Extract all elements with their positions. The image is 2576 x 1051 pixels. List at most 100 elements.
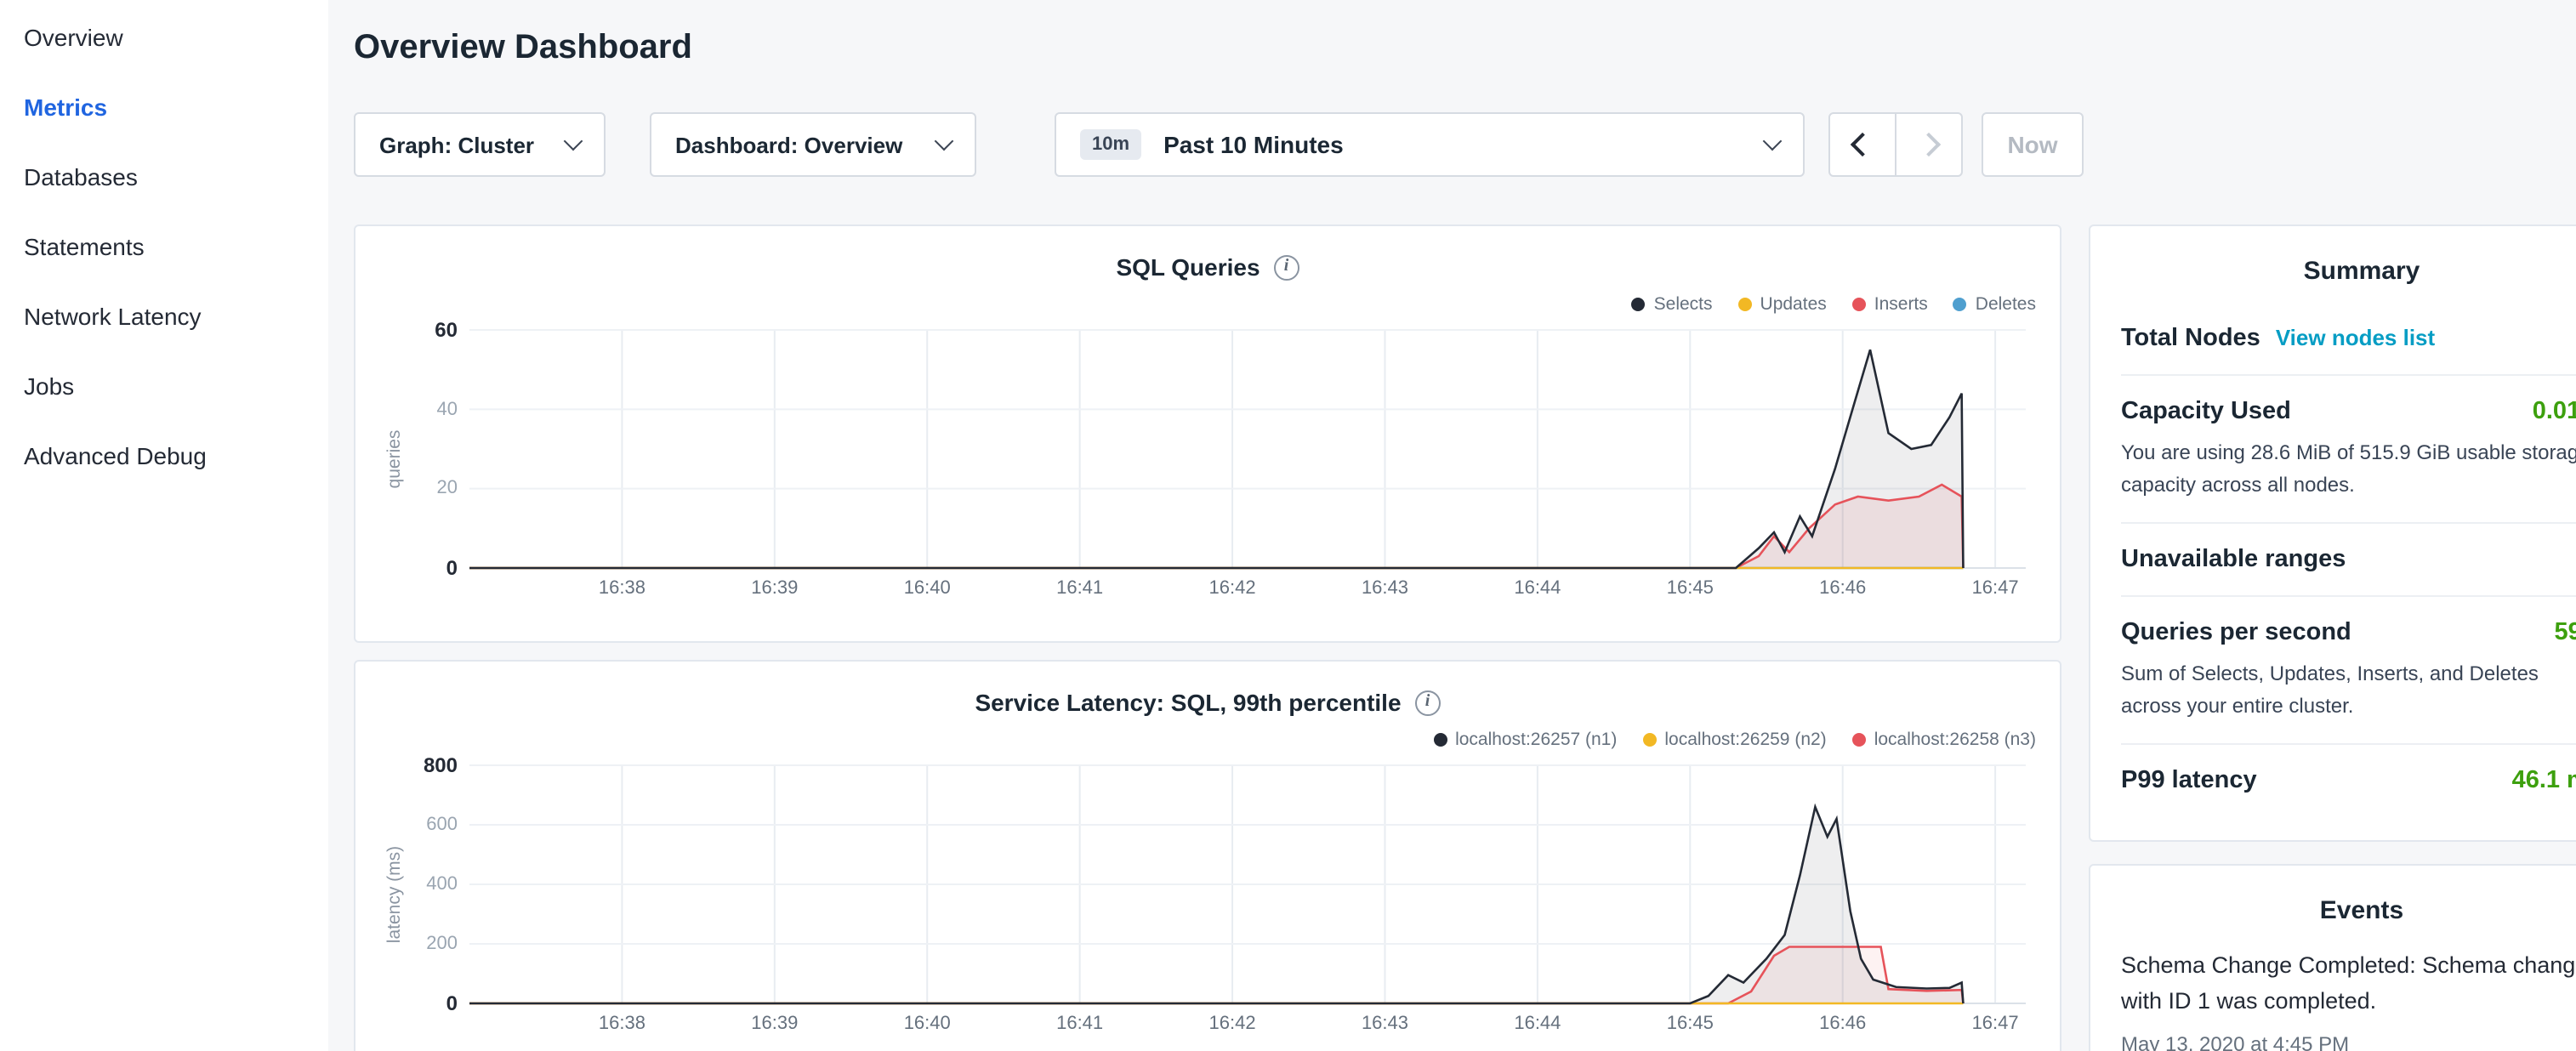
chevron-right-icon (1917, 133, 1941, 156)
legend-dot (1738, 298, 1752, 311)
view-nodes-link[interactable]: View nodes list (2276, 325, 2435, 350)
x-tick-label: 16:46 (1800, 1014, 1885, 1034)
toolbar: Graph: Cluster Dashboard: Overview 10m P… (354, 112, 2576, 177)
chart-legend: Selects Updates Inserts Deletes (379, 287, 2036, 321)
event-item[interactable]: Schema Change Completed: Schema change w… (2121, 943, 2576, 1051)
x-tick-label: 16:46 (1800, 578, 1885, 599)
x-tick-label: 16:45 (1647, 1014, 1732, 1034)
sidebar-item-overview[interactable]: Overview (0, 3, 328, 73)
sidebar-item-metrics[interactable]: Metrics (0, 73, 328, 143)
x-tick-label: 16:39 (732, 1014, 817, 1034)
summary-row-header: Total NodesView nodes list3 (2121, 325, 2576, 352)
x-tick-label: 16:39 (732, 578, 817, 599)
chart-header: SQL Queries i (379, 226, 2036, 286)
sidebar-item-jobs[interactable]: Jobs (0, 352, 328, 422)
x-tick-label: 16:45 (1647, 578, 1732, 599)
legend-item[interactable]: Inserts (1852, 294, 1928, 315)
sql-queries-chart-panel: SQL Queries i Selects Updates Inserts Delet… (354, 224, 2061, 643)
summary-label: Total Nodes (2121, 325, 2260, 352)
summary-label: P99 latency (2121, 768, 2257, 795)
y-axis-ticks: 0204060 (408, 325, 469, 573)
chevron-left-icon (1851, 133, 1874, 156)
x-tick-label: 16:44 (1495, 1014, 1580, 1034)
x-axis-ticks: 16:3816:3916:4016:4116:4216:4316:4416:45… (469, 573, 2026, 604)
y-tick-label: 40 (437, 397, 458, 421)
chevron-down-icon (564, 132, 583, 151)
summary-row: P99 latency 46.1 ms (2121, 744, 2576, 817)
service-latency-chart-panel: Service Latency: SQL, 99th percentile i … (354, 660, 2061, 1051)
summary-row-header: Unavailable ranges0 (2121, 546, 2576, 573)
sidebar-item-statements[interactable]: Statements (0, 213, 328, 282)
legend-label: localhost:26257 (n1) (1455, 730, 1617, 750)
x-axis-ticks: 16:3816:3916:4016:4116:4216:4316:4416:45… (469, 1008, 2026, 1039)
chart-title: SQL Queries (1116, 253, 1260, 281)
legend-label: localhost:26259 (n2) (1664, 730, 1826, 750)
legend-label: Inserts (1874, 294, 1928, 315)
now-button[interactable]: Now (1982, 112, 2084, 177)
legend-item[interactable]: localhost:26257 (n1) (1433, 730, 1617, 750)
summary-row: Queries per second59.7Sum of Selects, Up… (2121, 595, 2576, 743)
x-tick-label: 16:41 (1038, 578, 1123, 599)
legend-label: Selects (1654, 294, 1713, 315)
time-pager (1828, 112, 1963, 177)
x-tick-label: 16:40 (884, 578, 970, 599)
legend-item[interactable]: Selects (1632, 294, 1713, 315)
chevron-down-icon (935, 132, 954, 151)
summary-rows: Total NodesView nodes list3Capacity Used… (2121, 303, 2576, 817)
chart-body: queries 0204060 16:3816:3916:4016:4116:4… (379, 325, 2036, 604)
sidebar-item-databases[interactable]: Databases (0, 143, 328, 213)
legend-item[interactable]: localhost:26258 (n3) (1852, 730, 2036, 750)
sidebar: OverviewMetricsDatabasesStatementsNetwor… (0, 0, 328, 1051)
event-timestamp: May 13, 2020 at 4:45 PM (2121, 1032, 2576, 1051)
graph-dropdown[interactable]: Graph: Cluster (354, 112, 606, 177)
summary-row-header: Capacity Used0.01% (2121, 398, 2576, 425)
legend-item[interactable]: Deletes (1953, 294, 2036, 315)
time-prev-button[interactable] (1828, 112, 1896, 177)
summary-row-header: P99 latency 46.1 ms (2121, 768, 2576, 795)
summary-row: Total NodesView nodes list3 (2121, 303, 2576, 374)
events-card: Events Schema Change Completed: Schema c… (2089, 865, 2576, 1051)
chart-legend: localhost:26257 (n1) localhost:26259 (n2)… (379, 723, 2036, 757)
y-axis-ticks: 0200400600800 (408, 760, 469, 1008)
chart-title: Service Latency: SQL, 99th percentile (975, 689, 1401, 716)
x-tick-label: 16:47 (1953, 578, 2038, 599)
chart-plot[interactable] (469, 325, 2026, 573)
sidebar-item-network-latency[interactable]: Network Latency (0, 282, 328, 352)
events-title: Events (2121, 890, 2576, 943)
graph-dropdown-label: Graph: Cluster (379, 132, 534, 157)
y-tick-label: 60 (435, 318, 458, 342)
events-list: Schema Change Completed: Schema change w… (2121, 943, 2576, 1051)
info-icon[interactable]: i (1274, 254, 1299, 280)
legend-item[interactable]: localhost:26259 (n2) (1642, 730, 1826, 750)
x-tick-label: 16:43 (1342, 1014, 1427, 1034)
x-tick-label: 16:42 (1190, 578, 1275, 599)
y-tick-label: 600 (426, 813, 458, 837)
chart-plot[interactable] (469, 760, 2026, 1008)
app-window: OverviewMetricsDatabasesStatementsNetwor… (0, 0, 2576, 1051)
main-content: Overview Dashboard Graph: Cluster Dashbo… (328, 0, 2576, 1051)
x-tick-label: 16:38 (579, 1014, 664, 1034)
summary-label: Capacity Used (2121, 398, 2291, 425)
info-icon[interactable]: i (1415, 690, 1441, 715)
legend-dot (1433, 733, 1447, 747)
time-next-button[interactable] (1895, 112, 1963, 177)
time-range-dropdown[interactable]: 10m Past 10 Minutes (1055, 112, 1805, 177)
summary-description: You are using 28.6 MiB of 515.9 GiB usab… (2121, 437, 2576, 500)
time-range-badge: 10m (1080, 129, 1141, 160)
summary-row-header: Queries per second 59.7 (2121, 619, 2576, 646)
dashboard-dropdown[interactable]: Dashboard: Overview (650, 112, 976, 177)
summary-label: Queries per second (2121, 619, 2351, 646)
chart-plot-area: 16:3816:3916:4016:4116:4216:4316:4416:45… (469, 760, 2026, 1039)
summary-label: Unavailable ranges (2121, 546, 2346, 573)
x-tick-label: 16:44 (1495, 578, 1580, 599)
summary-value: 46.1 ms (2512, 768, 2576, 795)
y-axis-title-label: latency (ms) (384, 845, 404, 942)
sidebar-item-advanced-debug[interactable]: Advanced Debug (0, 422, 328, 491)
chart-header: Service Latency: SQL, 99th percentile i (379, 662, 2036, 721)
legend-item[interactable]: Updates (1738, 294, 1827, 315)
legend-label: Updates (1760, 294, 1827, 315)
y-tick-label: 20 (437, 477, 458, 501)
summary-value: 59.7 (2555, 619, 2576, 646)
legend-dot (1953, 298, 1967, 311)
summary-card: Summary Total NodesView nodes list3Capac… (2089, 224, 2576, 843)
